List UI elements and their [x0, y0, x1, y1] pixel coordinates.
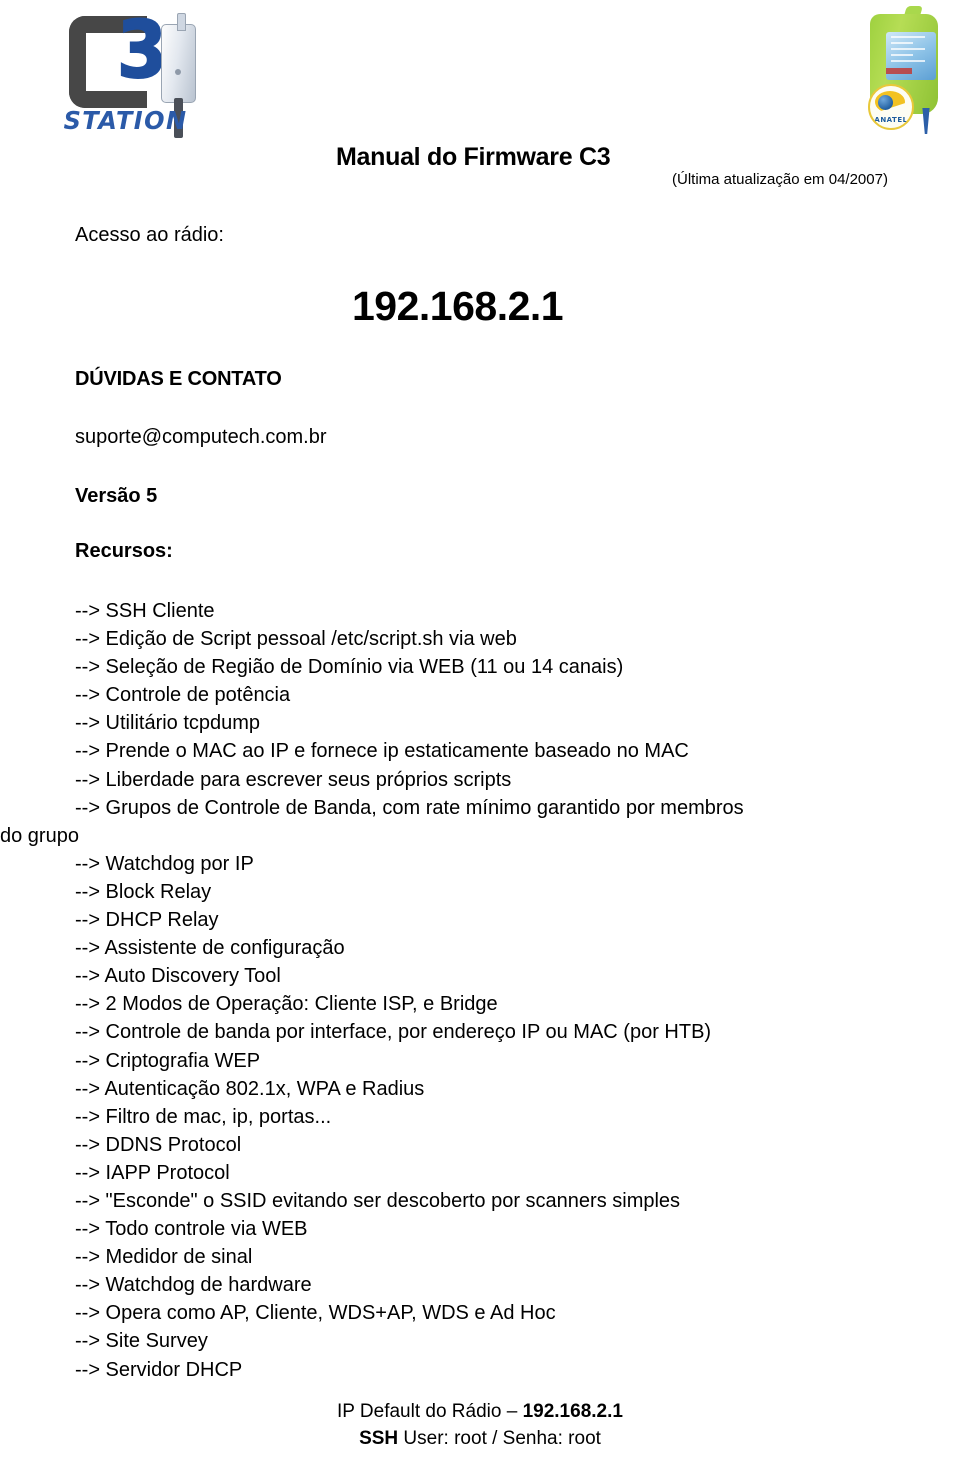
document-page: 3 STATION ANATEL Manual do Firmware C3 (… — [0, 0, 960, 1457]
c3-station-logo: 3 STATION — [55, 8, 230, 148]
feature-item: --> Edição de Script pessoal /etc/script… — [75, 628, 517, 651]
last-update-note: (Última atualização em 04/2007) — [672, 171, 888, 188]
feature-item: --> 2 Modos de Operação: Cliente ISP, e … — [75, 993, 498, 1016]
feature-item: --> Utilitário tcpdump — [75, 712, 261, 735]
feature-item: --> Controle de potência — [75, 684, 291, 707]
page-title: Manual do Firmware C3 — [336, 143, 611, 171]
logo-device-icon — [161, 24, 196, 103]
feature-item: --> Auto Discovery Tool — [75, 965, 281, 988]
product-label-stripe-icon — [886, 68, 912, 74]
feature-item: --> Seleção de Região de Domínio via WEB… — [75, 656, 624, 679]
feature-item: do grupo — [0, 824, 79, 847]
footer-ssh-credentials: User: root / Senha: root — [398, 1428, 601, 1449]
feature-item: --> Autenticação 802.1x, WPA e Radius — [75, 1077, 425, 1100]
footer-default-ip-line: IP Default do Rádio – 192.168.2.1 — [0, 1398, 960, 1425]
feature-item: --> SSH Cliente — [75, 600, 215, 622]
feature-item: --> DHCP Relay — [75, 909, 219, 932]
radio-access-label: Acesso ao rádio: — [75, 224, 224, 246]
logo-device-led-icon — [175, 69, 181, 75]
feature-item: --> IAPP Protocol — [75, 1161, 230, 1184]
logo-device-antenna-icon — [177, 13, 186, 31]
footer-ip-value: 192.168.2.1 — [522, 1401, 623, 1422]
footer-ssh-credentials-line: SSH User: root / Senha: root — [0, 1425, 960, 1452]
feature-item: --> Opera como AP, Cliente, WDS+AP, WDS … — [75, 1302, 556, 1325]
support-email[interactable]: suporte@computech.com.br — [75, 424, 327, 450]
feature-item: --> Filtro de mac, ip, portas... — [75, 1105, 332, 1128]
feature-item: --> Criptografia WEP — [75, 1049, 261, 1072]
contact-heading: DÚVIDAS E CONTATO — [75, 368, 282, 390]
product-photo: ANATEL — [864, 4, 950, 136]
features-heading: Recursos: — [75, 540, 173, 562]
feature-item: --> Block Relay — [75, 880, 212, 903]
footer-ssh-label: SSH — [359, 1428, 399, 1449]
logo-station-word: STATION — [63, 106, 188, 135]
firmware-version: Versão 5 — [75, 485, 158, 507]
feature-item: --> DDNS Protocol — [75, 1133, 242, 1156]
anatel-globe-icon — [878, 95, 893, 110]
feature-item: --> Grupos de Controle de Banda, com rat… — [75, 796, 744, 819]
feature-item: --> Servidor DHCP — [75, 1358, 243, 1381]
feature-item: --> Liberdade para escrever seus próprio… — [75, 768, 512, 791]
feature-item: --> Controle de banda por interface, por… — [75, 1021, 712, 1044]
feature-item: --> Todo controle via WEB — [75, 1218, 308, 1241]
anatel-badge-icon: ANATEL — [868, 84, 914, 130]
feature-item: --> Assistente de configuração — [75, 937, 345, 960]
feature-item: --> Prende o MAC ao IP e fornece ip esta… — [75, 740, 689, 763]
feature-item: --> Watchdog de hardware — [75, 1274, 312, 1297]
anatel-badge-label: ANATEL — [874, 116, 908, 124]
feature-item: --> "Esconde" o SSID evitando ser descob… — [75, 1189, 681, 1212]
footer-ip-prefix: IP Default do Rádio – — [337, 1401, 523, 1422]
feature-item: --> Site Survey — [75, 1330, 208, 1353]
radio-ip-address: 192.168.2.1 — [352, 283, 564, 329]
logo-number-3: 3 — [116, 6, 168, 96]
features-list: --> SSH Cliente --> Edição de Script pess… — [0, 597, 955, 1384]
page-footer: IP Default do Rádio – 192.168.2.1 SSH Us… — [0, 1398, 960, 1452]
feature-item: --> Watchdog por IP — [75, 852, 254, 875]
feature-item: --> Medidor de sinal — [75, 1246, 253, 1269]
